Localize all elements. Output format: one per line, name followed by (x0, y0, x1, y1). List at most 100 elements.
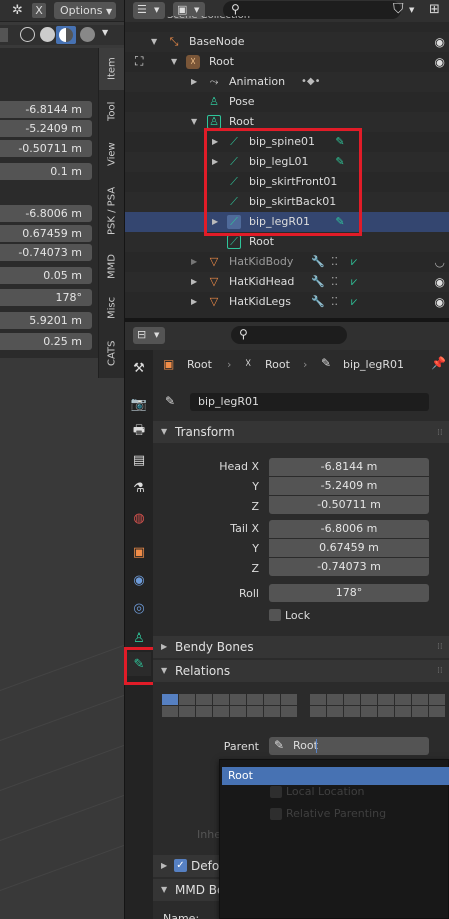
eye-icon[interactable]: ◉ (435, 32, 445, 52)
tool-icon[interactable]: ⚒ (127, 356, 151, 380)
head-x-field[interactable]: -6.8144 m (0, 101, 92, 118)
layer-toggle[interactable] (395, 694, 411, 705)
solid-shading-icon[interactable] (40, 27, 55, 42)
layer-toggle[interactable] (264, 694, 280, 705)
layer-toggle[interactable] (281, 706, 297, 717)
layer-toggle[interactable] (264, 706, 280, 717)
roll-field[interactable]: 178° (269, 584, 429, 602)
layer-toggle[interactable] (213, 706, 229, 717)
dropdown-item-root[interactable]: Root (222, 767, 449, 785)
display-mode-button[interactable]: ☰ ▼ (133, 2, 165, 19)
drag-handle-icon[interactable]: ⁞⁞ (437, 428, 443, 438)
layer-toggle[interactable] (412, 694, 428, 705)
eye-icon[interactable]: ◉ (435, 272, 445, 292)
outliner-row[interactable]: ▶ ▽ HatKidLegs 🔧 ⁚⁚ ⩗ ◉ (125, 292, 449, 312)
panel-header-relations[interactable]: ▼ Relations (153, 660, 449, 682)
outliner-row[interactable]: ♙ Pose (125, 92, 449, 112)
layer-toggle[interactable] (230, 706, 246, 717)
outliner-row[interactable]: ▼ ⤡ BaseNode ◉ (125, 32, 449, 52)
layer-toggle[interactable] (310, 706, 326, 717)
filter-icon[interactable]: ⛉ (393, 1, 404, 17)
tab-psk-psa[interactable]: PSK / PSA (99, 178, 124, 244)
tab-view[interactable]: View (99, 134, 124, 174)
expand-icon[interactable]: ▶ (191, 252, 197, 272)
scene-icon[interactable]: ⚗ (127, 476, 151, 500)
expand-icon[interactable]: ▼ (151, 32, 157, 52)
expand-icon[interactable]: ▶ (191, 292, 197, 312)
tab-cats[interactable]: CATS (99, 332, 124, 374)
object-icon[interactable]: ▣ (127, 540, 151, 564)
head-y-field[interactable]: -5.2409 m (269, 477, 429, 495)
deform-checkbox[interactable]: ✓ (174, 859, 187, 872)
layer-toggle[interactable] (429, 694, 445, 705)
lock-checkbox[interactable] (269, 609, 281, 621)
envelope-field[interactable]: 0.25 m (0, 333, 92, 350)
layer-toggle[interactable] (327, 694, 343, 705)
options-dropdown[interactable]: Options ▼ (54, 2, 116, 19)
outliner-row[interactable]: ▶ ▽ HatKidBody 🔧 ⁚⁚ ⩗ ◡ (125, 252, 449, 272)
modifier-icon[interactable]: ◉ (127, 568, 151, 592)
expand-icon[interactable]: ▶ (191, 72, 197, 92)
drag-handle-icon[interactable]: ⁞⁞ (437, 666, 443, 676)
drag-handle-icon[interactable]: ⁞⁞ (437, 642, 443, 652)
tab-misc[interactable]: Misc (99, 288, 124, 328)
output-icon[interactable]: 🖶 (127, 420, 151, 444)
tab-mmd[interactable]: MMD (99, 248, 124, 286)
eye-closed-icon[interactable]: ◡ (435, 252, 445, 272)
pin-icon[interactable]: 📌 (431, 356, 446, 370)
pivot-icon[interactable]: ✲ (12, 3, 23, 18)
outliner-row[interactable]: ▼ ☓ Root ◉ (125, 52, 449, 72)
tail-x-field[interactable]: -6.8006 m (0, 205, 92, 222)
search-input[interactable]: ⚲ (231, 326, 347, 344)
layer-toggle[interactable] (344, 694, 360, 705)
layer-toggle[interactable] (361, 694, 377, 705)
eye-icon[interactable]: ◉ (435, 292, 445, 312)
head-y-field[interactable]: -5.2409 m (0, 120, 92, 137)
layer-toggle[interactable] (179, 706, 195, 717)
chevron-down-icon[interactable]: ▼ (409, 6, 414, 14)
layer-toggle[interactable] (344, 706, 360, 717)
menu-x-button[interactable]: X (32, 3, 46, 18)
layer-toggle[interactable] (412, 706, 428, 717)
layer-toggle[interactable] (213, 694, 229, 705)
panel-header-transform[interactable]: ▼ Transform (153, 421, 449, 443)
layer-toggle[interactable] (429, 706, 445, 717)
tail-x-field[interactable]: -6.8006 m (269, 520, 429, 538)
chevron-down-icon[interactable]: ▼ (102, 28, 108, 37)
layer-toggle[interactable] (247, 694, 263, 705)
layer-toggle[interactable] (179, 694, 195, 705)
layer-toggle[interactable] (378, 706, 394, 717)
new-collection-icon[interactable]: ⊞ (429, 2, 440, 17)
tab-tool[interactable]: Tool (99, 92, 124, 130)
rendered-shading-icon[interactable] (80, 27, 95, 42)
radius-field[interactable]: 0.05 m (0, 267, 92, 284)
roll-field[interactable]: 178° (0, 289, 92, 306)
layer-toggle[interactable] (196, 706, 212, 717)
expand-icon[interactable]: ▶ (191, 272, 197, 292)
tail-y-field[interactable]: 0.67459 m (0, 225, 92, 242)
view-layer-icon[interactable]: ▤ (127, 448, 151, 472)
wireframe-shading-icon[interactable] (20, 27, 35, 42)
layer-toggle[interactable] (327, 706, 343, 717)
parent-field[interactable]: ✎ Root (269, 737, 429, 755)
head-z-field[interactable]: -0.50711 m (269, 496, 429, 514)
overlay-icon[interactable] (0, 28, 8, 42)
render-icon[interactable]: 📷 (127, 392, 151, 416)
length-field[interactable]: 0.1 m (0, 163, 92, 180)
eye-icon[interactable]: ◉ (435, 52, 445, 72)
layer-toggle[interactable] (378, 694, 394, 705)
layer-toggle[interactable] (162, 694, 178, 705)
layer-toggle[interactable] (395, 706, 411, 717)
head-x-field[interactable]: -6.8144 m (269, 458, 429, 476)
tail-z-field[interactable]: -0.74073 m (0, 244, 92, 261)
tab-item[interactable]: Item (99, 48, 124, 90)
layer-toggle[interactable] (361, 706, 377, 717)
panel-header-bendy-bones[interactable]: ▶ Bendy Bones (153, 636, 449, 658)
layer-toggle[interactable] (310, 694, 326, 705)
outliner-row[interactable]: ▶ ⤳ Animation •◆• (125, 72, 449, 92)
bone-name-field[interactable]: bip_legR01 (190, 393, 429, 411)
editor-type-button[interactable]: ⊟ ▼ (133, 327, 165, 344)
3d-viewport[interactable]: ✲ X Options ▼ ▼ -6.8144 m -5.2409 m -0.5… (0, 0, 124, 919)
physics-icon[interactable]: ◎ (127, 596, 151, 620)
head-z-field[interactable]: -0.50711 m (0, 140, 92, 157)
